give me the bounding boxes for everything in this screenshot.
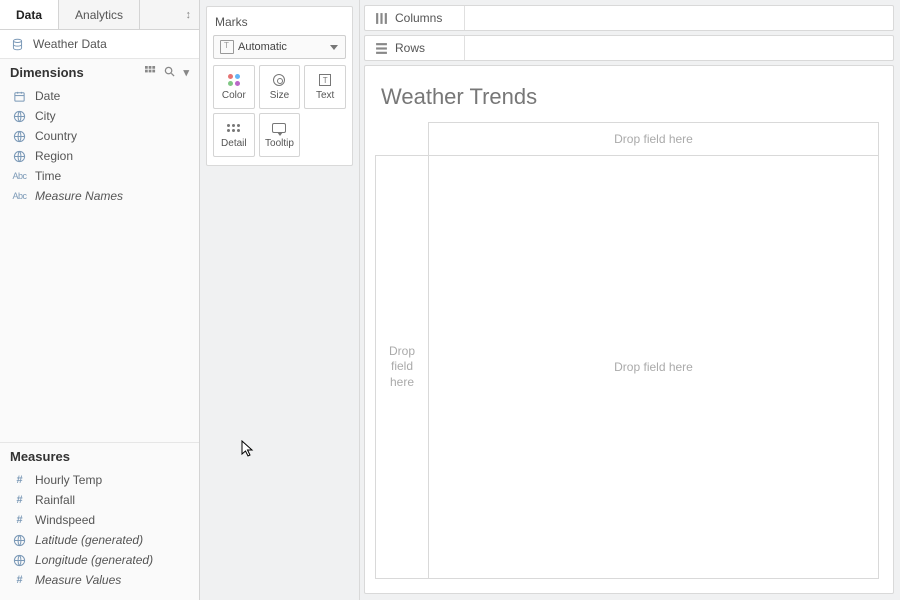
drop-main[interactable]: Drop field here (429, 156, 879, 579)
dimensions-list: Date City Country Region Time Measure Names (0, 86, 199, 216)
hash-icon (12, 473, 27, 487)
measures-list: Hourly Temp Rainfall Windspeed Latitude (ge… (0, 470, 199, 600)
database-icon (10, 37, 25, 51)
marks-pane: Marks Automatic Color Size T Text Detail (200, 0, 360, 600)
field-pill[interactable]: Region (4, 146, 195, 166)
field-pill[interactable]: Hourly Temp (4, 470, 195, 490)
field-pill[interactable]: Rainfall (4, 490, 195, 510)
marks-text-label: Text (316, 90, 334, 101)
field-label: Date (35, 89, 60, 103)
field-pill[interactable]: Measure Names (4, 186, 195, 206)
globe-icon (12, 533, 27, 547)
rows-shelf[interactable]: Rows (364, 35, 894, 61)
cal-icon (12, 89, 27, 103)
marks-text[interactable]: T Text (304, 65, 346, 109)
abc-icon (12, 189, 27, 203)
marks-title: Marks (213, 13, 346, 35)
sheet-title[interactable]: Weather Trends (375, 80, 879, 122)
marks-size-label: Size (270, 90, 289, 101)
marks-size[interactable]: Size (259, 65, 301, 109)
marks-type-dropdown[interactable]: Automatic (213, 35, 346, 59)
columns-shelf-label: Columns (365, 6, 465, 30)
field-label: Time (35, 169, 61, 183)
size-icon (271, 73, 287, 87)
field-label: Measure Names (35, 189, 123, 203)
dimensions-title: Dimensions (10, 65, 84, 80)
columns-icon (375, 12, 388, 25)
detail-icon (226, 121, 242, 135)
hash-icon (12, 493, 27, 507)
dimensions-header: Dimensions ▾ (0, 59, 199, 86)
datasource-name: Weather Data (33, 37, 107, 51)
hash-icon (12, 513, 27, 527)
field-pill[interactable]: Longitude (generated) (4, 550, 195, 570)
measures-title: Measures (10, 449, 70, 464)
marks-color-label: Color (222, 90, 246, 101)
search-icon[interactable] (164, 66, 175, 80)
dimensions-menu-icon[interactable]: ▾ (183, 66, 189, 80)
field-pill[interactable]: City (4, 106, 195, 126)
field-pill[interactable]: Time (4, 166, 195, 186)
viz-area: Weather Trends Drop field here Dropfield… (364, 65, 894, 594)
field-label: City (35, 109, 56, 123)
dimensions-section: Dimensions ▾ Date City Country Region Time Me… (0, 59, 199, 216)
tooltip-icon (271, 121, 287, 135)
hash-icon (12, 573, 27, 587)
field-label: Measure Values (35, 573, 121, 587)
data-pane-tabs: Data Analytics ↕ (0, 0, 199, 30)
field-pill[interactable]: Latitude (generated) (4, 530, 195, 550)
field-label: Hourly Temp (35, 473, 102, 487)
tab-options[interactable]: ↕ (140, 0, 199, 29)
canvas-pane: Columns Rows Weather Trends Drop field h… (360, 0, 900, 600)
field-pill[interactable]: Measure Values (4, 570, 195, 590)
abc-icon (12, 169, 27, 183)
field-pill[interactable]: Windspeed (4, 510, 195, 530)
field-pill[interactable]: Date (4, 86, 195, 106)
color-icon (226, 73, 242, 87)
field-label: Region (35, 149, 73, 163)
field-label: Latitude (generated) (35, 533, 143, 547)
rows-icon (375, 42, 388, 55)
marks-shelf-grid: Color Size T Text Detail Tooltip (213, 65, 346, 157)
columns-shelf[interactable]: Columns (364, 5, 894, 31)
drop-top[interactable]: Drop field here (429, 122, 879, 156)
field-label: Rainfall (35, 493, 75, 507)
marks-detail[interactable]: Detail (213, 113, 255, 157)
field-label: Windspeed (35, 513, 95, 527)
data-pane: Data Analytics ↕ Weather Data Dimensions… (0, 0, 200, 600)
viz-drop-grid: Drop field here Dropfieldhere Drop field… (375, 122, 879, 579)
field-label: Country (35, 129, 77, 143)
field-pill[interactable]: Country (4, 126, 195, 146)
marks-detail-label: Detail (221, 138, 247, 149)
globe-icon (12, 109, 27, 123)
measures-section: Measures Hourly Temp Rainfall Windspeed Lat… (0, 442, 199, 600)
text-icon: T (317, 73, 333, 87)
globe-icon (12, 129, 27, 143)
measures-header: Measures (0, 443, 199, 470)
marks-color[interactable]: Color (213, 65, 255, 109)
marks-dropdown-label: Automatic (238, 41, 287, 53)
tab-analytics[interactable]: Analytics (59, 0, 140, 29)
view-grid-icon[interactable] (145, 66, 156, 80)
tab-data[interactable]: Data (0, 0, 59, 29)
automatic-mark-icon (220, 40, 234, 54)
marks-tooltip-label: Tooltip (265, 138, 294, 149)
datasource-row[interactable]: Weather Data (0, 30, 199, 59)
drop-left[interactable]: Dropfieldhere (375, 156, 429, 579)
globe-icon (12, 553, 27, 567)
drop-corner (375, 122, 429, 156)
rows-shelf-label: Rows (365, 36, 465, 60)
globe-icon (12, 149, 27, 163)
field-label: Longitude (generated) (35, 553, 153, 567)
marks-card: Marks Automatic Color Size T Text Detail (206, 6, 353, 166)
marks-tooltip[interactable]: Tooltip (259, 113, 301, 157)
